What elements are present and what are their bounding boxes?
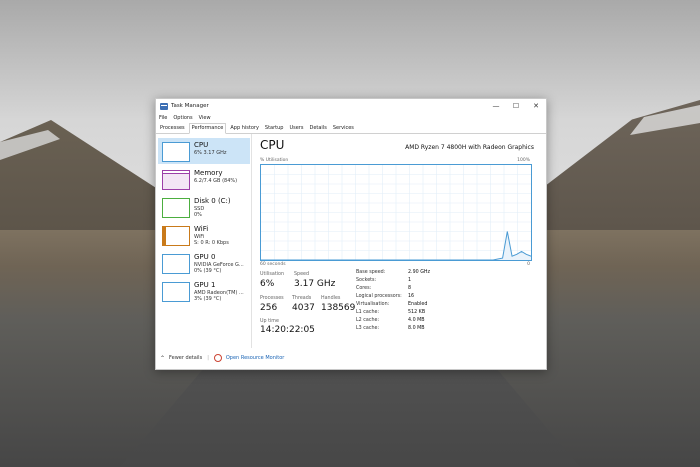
task-manager-window: Task Manager — ☐ ✕ File Options View Pro… (155, 98, 547, 370)
processes-label: Processes (260, 296, 284, 301)
detail-cores: Cores: 8 (356, 286, 412, 291)
sidebar-item-wifi[interactable]: WiFi WiFi S: 0 R: 0 Kbps (158, 222, 250, 248)
performance-sidebar: CPU 6% 3.17 GHz Memory 6.2/7.4 GB (84%) … (156, 134, 252, 348)
chevron-up-icon: ⌃ (160, 354, 166, 362)
memory-thumbnail (162, 170, 190, 190)
task-manager-icon (160, 102, 168, 110)
sidebar-item-detail-2: 0% (194, 212, 202, 218)
time-axis-label: 60 seconds (260, 262, 286, 267)
footer-bar: ⌃ Fewer details | Open Resource Monitor (156, 350, 546, 366)
detail-virtualisation: Virtualisation: Enabled (356, 302, 428, 307)
sidebar-item-label: GPU 0 (194, 253, 216, 261)
detail-l3-cache: L3 cache: 8.0 MB (356, 326, 425, 331)
processes-value: 256 (260, 303, 278, 313)
cpu-panel: CPU AMD Ryzen 7 4800H with Radeon Graphi… (260, 134, 540, 348)
tab-app-history[interactable]: App history (228, 124, 261, 133)
handles-value: 138569 (321, 303, 356, 313)
sidebar-item-detail: 6.2/7.4 GB (84%) (194, 178, 238, 184)
max-axis-label: 100% (517, 158, 530, 163)
memory-fill (163, 172, 189, 189)
panel-title: CPU (260, 138, 285, 152)
sidebar-item-detail-2: 3% (39 °C) (194, 296, 222, 302)
wifi-graph-bar (163, 227, 166, 245)
detail-sockets: Sockets: 1 (356, 278, 412, 283)
sidebar-item-label: WiFi (194, 225, 209, 233)
utilisation-label: Utilisation (260, 272, 285, 277)
tab-bar: Processes Performance App history Startu… (156, 123, 546, 134)
wifi-thumbnail (162, 226, 190, 246)
disk-thumbnail (162, 198, 190, 218)
uptime-value: 14:20:22:05 (260, 325, 315, 335)
tab-users[interactable]: Users (287, 124, 305, 133)
uptime-label: Up time (260, 319, 279, 324)
footer-separator: | (207, 355, 209, 361)
sidebar-item-label: Disk 0 (C:) (194, 197, 231, 205)
sidebar-item-label: CPU (194, 141, 209, 149)
menu-options[interactable]: Options (173, 115, 192, 121)
cpu-thumbnail (162, 142, 190, 162)
sidebar-item-gpu0[interactable]: GPU 0 NVIDIA GeForce G... 0% (39 °C) (158, 250, 250, 276)
tab-processes[interactable]: Processes (158, 124, 187, 133)
cpu-utilisation-graph (260, 164, 532, 261)
sidebar-item-detail: 6% 3.17 GHz (194, 150, 227, 156)
cpu-model: AMD Ryzen 7 4800H with Radeon Graphics (405, 144, 534, 151)
maximize-button[interactable]: ☐ (506, 99, 526, 113)
gpu0-thumbnail (162, 254, 190, 274)
threads-value: 4037 (292, 303, 315, 313)
sidebar-item-cpu[interactable]: CPU 6% 3.17 GHz (158, 138, 250, 164)
tab-services[interactable]: Services (331, 124, 356, 133)
speed-label: Speed (294, 272, 310, 277)
sidebar-item-label: GPU 1 (194, 281, 216, 289)
handles-label: Handles (321, 296, 341, 301)
sidebar-item-detail-2: 0% (39 °C) (194, 268, 222, 274)
utilisation-axis-label: % Utilisation (260, 158, 289, 163)
menu-file[interactable]: File (159, 115, 167, 121)
gpu1-thumbnail (162, 282, 190, 302)
sidebar-item-gpu1[interactable]: GPU 1 AMD Radeon(TM) ... 3% (39 °C) (158, 278, 250, 304)
threads-label: Threads (292, 296, 312, 301)
speed-value: 3.17 GHz (294, 279, 336, 289)
fewer-details-button[interactable]: ⌃ Fewer details (160, 355, 202, 362)
detail-l2-cache: L2 cache: 4.0 MB (356, 318, 425, 323)
open-resource-monitor-link[interactable]: Open Resource Monitor (226, 355, 284, 361)
tab-performance[interactable]: Performance (188, 123, 227, 134)
fewer-details-label: Fewer details (169, 355, 203, 361)
close-button[interactable]: ✕ (526, 99, 546, 113)
sidebar-item-disk[interactable]: Disk 0 (C:) SSD 0% (158, 194, 250, 220)
tab-startup[interactable]: Startup (263, 124, 286, 133)
tab-details[interactable]: Details (307, 124, 328, 133)
window-controls: — ☐ ✕ (486, 99, 546, 113)
utilisation-value: 6% (260, 279, 275, 289)
sidebar-item-detail-2: S: 0 R: 0 Kbps (194, 240, 229, 246)
sidebar-item-label: Memory (194, 169, 223, 177)
menu-bar: File Options View (156, 113, 546, 123)
content-area: CPU 6% 3.17 GHz Memory 6.2/7.4 GB (84%) … (156, 134, 546, 348)
window-title: Task Manager (171, 103, 209, 109)
minimize-button[interactable]: — (486, 99, 506, 113)
detail-base-speed: Base speed: 2.90 GHz (356, 270, 431, 275)
zero-axis-label: 0 (527, 262, 530, 267)
sidebar-item-memory[interactable]: Memory 6.2/7.4 GB (84%) (158, 166, 250, 192)
detail-l1-cache: L1 cache: 512 KB (356, 310, 426, 315)
detail-logical-processors: Logical processors: 16 (356, 294, 415, 299)
resource-monitor-icon (213, 354, 222, 362)
title-bar[interactable]: Task Manager — ☐ ✕ (156, 99, 546, 113)
menu-view[interactable]: View (199, 115, 211, 121)
